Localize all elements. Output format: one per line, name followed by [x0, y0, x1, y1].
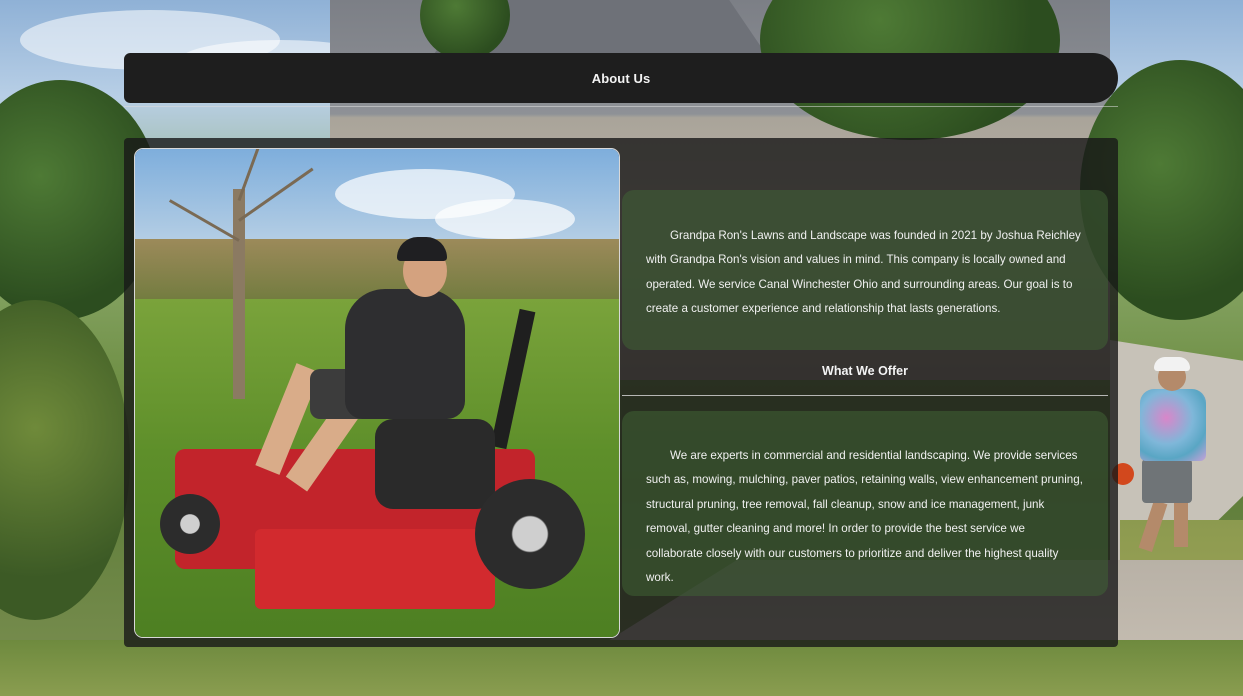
offer-divider — [622, 395, 1108, 396]
about-panel: Grandpa Ron's Lawns and Landscape was fo… — [124, 138, 1118, 647]
offer-paragraph: We are experts in commercial and residen… — [646, 449, 1083, 585]
about-card: Grandpa Ron's Lawns and Landscape was fo… — [622, 190, 1108, 350]
offer-heading: What We Offer — [822, 364, 908, 378]
section-header: About Us — [124, 53, 1118, 103]
about-paragraph: Grandpa Ron's Lawns and Landscape was fo… — [646, 229, 1081, 316]
owner-mower-photo — [134, 148, 620, 638]
page-title: About Us — [591, 70, 651, 86]
background-person — [1112, 355, 1228, 570]
header-divider — [124, 106, 1118, 107]
offer-card: We are experts in commercial and residen… — [622, 411, 1108, 596]
